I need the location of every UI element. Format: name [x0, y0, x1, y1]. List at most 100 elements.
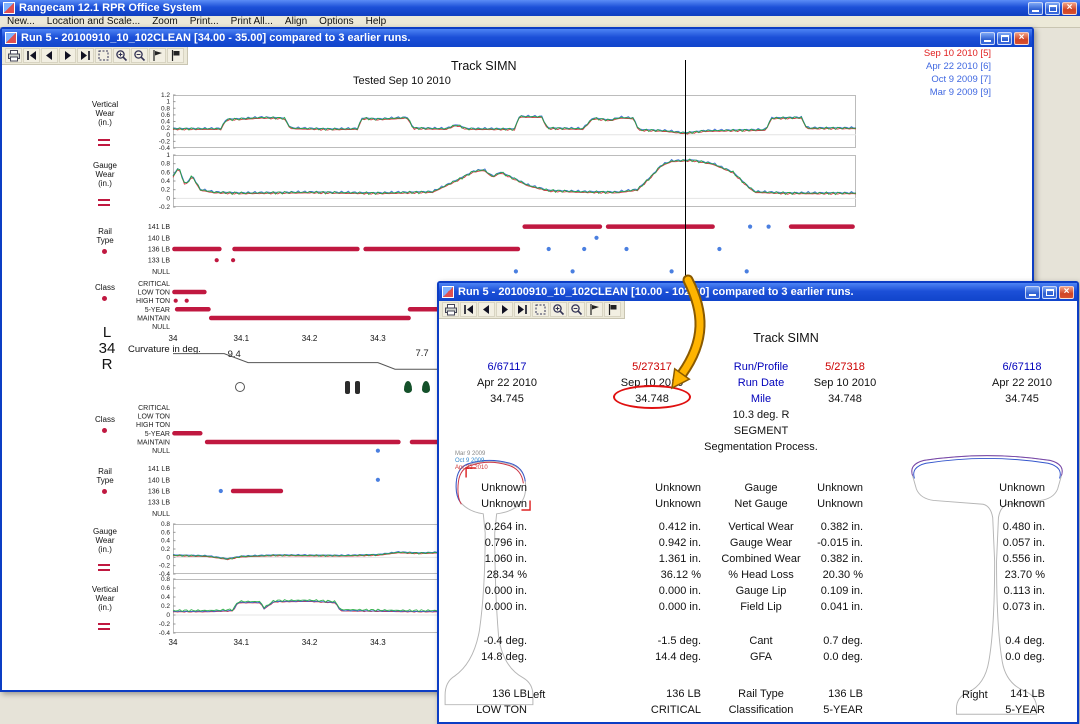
minimize-button[interactable]	[980, 32, 995, 45]
measurement-value: Unknown	[439, 481, 527, 495]
zoom-out-icon[interactable]	[568, 302, 585, 317]
rail-type-dot	[102, 489, 107, 494]
x-tick-label: 34	[169, 334, 178, 343]
mdi-client: Run 5 - 20100910_10_102CLEAN [34.00 - 35…	[0, 28, 1080, 724]
minimize-icon	[1029, 294, 1036, 296]
prev-icon[interactable]	[478, 302, 495, 317]
chart-title: Track SIMN	[451, 59, 517, 73]
measurement-value: 0.942 in.	[591, 536, 701, 550]
right-rail-label: Right	[962, 689, 988, 701]
measurement-value: 0.382 in.	[753, 552, 863, 566]
measurement-value: 0.000 in.	[439, 584, 527, 598]
measurement-value: Unknown	[935, 497, 1045, 511]
legend-item: Apr 22 2010 [6]	[924, 60, 991, 73]
measurement-value: 0.073 in.	[935, 600, 1045, 614]
marker-flag-icon[interactable]	[167, 48, 184, 63]
measurement-value: 1.060 in.	[439, 552, 527, 566]
select-icon[interactable]	[532, 302, 549, 317]
menu-new[interactable]: New...	[2, 16, 40, 27]
profile-legend: Mar 9 2009 Oct 9 2009 Apr 22 2010	[455, 451, 488, 472]
print-icon[interactable]	[5, 48, 22, 63]
app-icon	[3, 2, 15, 14]
menu-location-and-scale[interactable]: Location and Scale...	[42, 16, 145, 27]
measurement-value: 0.057 in.	[935, 536, 1045, 550]
svg-text:-0.4: -0.4	[159, 145, 171, 152]
first-icon[interactable]	[23, 48, 40, 63]
x-tick-label: 34.2	[302, 638, 318, 647]
svg-text:HIGH TON: HIGH TON	[136, 298, 170, 305]
measurement-value: 0.000 in.	[591, 600, 701, 614]
x-tick-label: 34.2	[302, 334, 318, 343]
print-icon[interactable]	[442, 302, 459, 317]
minimize-button[interactable]	[1028, 2, 1043, 15]
svg-text:0.8: 0.8	[161, 576, 170, 583]
location-cursor-line[interactable]	[685, 60, 686, 297]
window2-titlebar[interactable]: Run 5 - 20100910_10_102CLEAN [10.00 - 10…	[439, 283, 1077, 301]
rail-side-mile-marker: L 34 R	[90, 325, 124, 373]
maximize-icon	[1046, 289, 1054, 296]
maximize-button[interactable]	[997, 32, 1012, 45]
svg-text:NULL: NULL	[152, 269, 170, 276]
window1-title: Run 5 - 20100910_10_102CLEAN [34.00 - 35…	[21, 32, 976, 44]
svg-text:CRITICAL: CRITICAL	[138, 405, 170, 412]
measurement-value: 0.382 in.	[753, 520, 863, 534]
window2-title: Run 5 - 20100910_10_102CLEAN [10.00 - 10…	[458, 286, 1021, 298]
first-icon[interactable]	[460, 302, 477, 317]
prev-icon[interactable]	[41, 48, 58, 63]
zoom-in-icon[interactable]	[113, 48, 130, 63]
measurement-value: 5-YEAR	[935, 703, 1045, 717]
axis-label-vertical-wear-bottom: Vertical Wear (in.)	[80, 585, 130, 612]
measurement-value: 14.4 deg.	[591, 650, 701, 664]
next-icon[interactable]	[59, 48, 76, 63]
window1-titlebar[interactable]: Run 5 - 20100910_10_102CLEAN [34.00 - 35…	[2, 29, 1032, 47]
svg-text:MAINTAIN: MAINTAIN	[137, 440, 170, 447]
close-button[interactable]: ×	[1014, 32, 1029, 45]
highlight-ellipse	[613, 385, 691, 409]
run-detail-window[interactable]: Run 5 - 20100910_10_102CLEAN [10.00 - 10…	[437, 281, 1079, 724]
flag-icon[interactable]	[586, 302, 603, 317]
wear-legend-dashes	[98, 623, 110, 633]
last-icon[interactable]	[514, 302, 531, 317]
zoom-out-icon[interactable]	[131, 48, 148, 63]
flag-icon[interactable]	[149, 48, 166, 63]
svg-text:141 LB: 141 LB	[148, 466, 171, 473]
measurement-value: 136 LB	[753, 687, 863, 701]
last-icon[interactable]	[77, 48, 94, 63]
measurement-value: LOW TON	[439, 703, 527, 717]
axis-label-class-top: Class	[80, 283, 130, 292]
marker-flag-icon[interactable]	[604, 302, 621, 317]
svg-text:-0.2: -0.2	[159, 621, 171, 628]
run-date: Sep 10 2010	[785, 375, 905, 391]
zoom-in-icon[interactable]	[550, 302, 567, 317]
axis-label-gauge-wear-bottom: Gauge Wear (in.)	[80, 527, 130, 554]
menu-zoom[interactable]: Zoom	[147, 16, 183, 27]
svg-text:NULL: NULL	[152, 511, 170, 518]
next-icon[interactable]	[496, 302, 513, 317]
maximize-button[interactable]	[1042, 286, 1057, 299]
measurement-value: 0.109 in.	[753, 584, 863, 598]
menu-align[interactable]: Align	[280, 16, 312, 27]
window1-toolbar	[2, 47, 188, 65]
measurement-value: Unknown	[753, 497, 863, 511]
drop-marker-icon	[404, 381, 412, 393]
wear-legend-dashes	[98, 199, 110, 209]
close-button[interactable]: ×	[1062, 2, 1077, 15]
menu-options[interactable]: Options	[314, 16, 358, 27]
menu-print[interactable]: Print...	[185, 16, 224, 27]
menu-help[interactable]: Help	[361, 16, 392, 27]
menu-print-all[interactable]: Print All...	[226, 16, 278, 27]
measurement-value: 28.34 %	[439, 568, 527, 582]
minimize-icon	[1032, 10, 1039, 12]
svg-text:CRITICAL: CRITICAL	[138, 281, 170, 288]
svg-text:0: 0	[166, 195, 170, 202]
track-title: Track SIMN	[721, 331, 851, 345]
svg-text:0.4: 0.4	[161, 538, 170, 545]
close-button[interactable]: ×	[1059, 286, 1074, 299]
measurement-value: 0.000 in.	[591, 584, 701, 598]
measurement-value: 0.4 deg.	[935, 634, 1045, 648]
select-icon[interactable]	[95, 48, 112, 63]
minimize-button[interactable]	[1025, 286, 1040, 299]
svg-text:7.7: 7.7	[416, 348, 429, 359]
svg-text:5-YEAR: 5-YEAR	[145, 307, 170, 314]
maximize-button[interactable]	[1045, 2, 1060, 15]
